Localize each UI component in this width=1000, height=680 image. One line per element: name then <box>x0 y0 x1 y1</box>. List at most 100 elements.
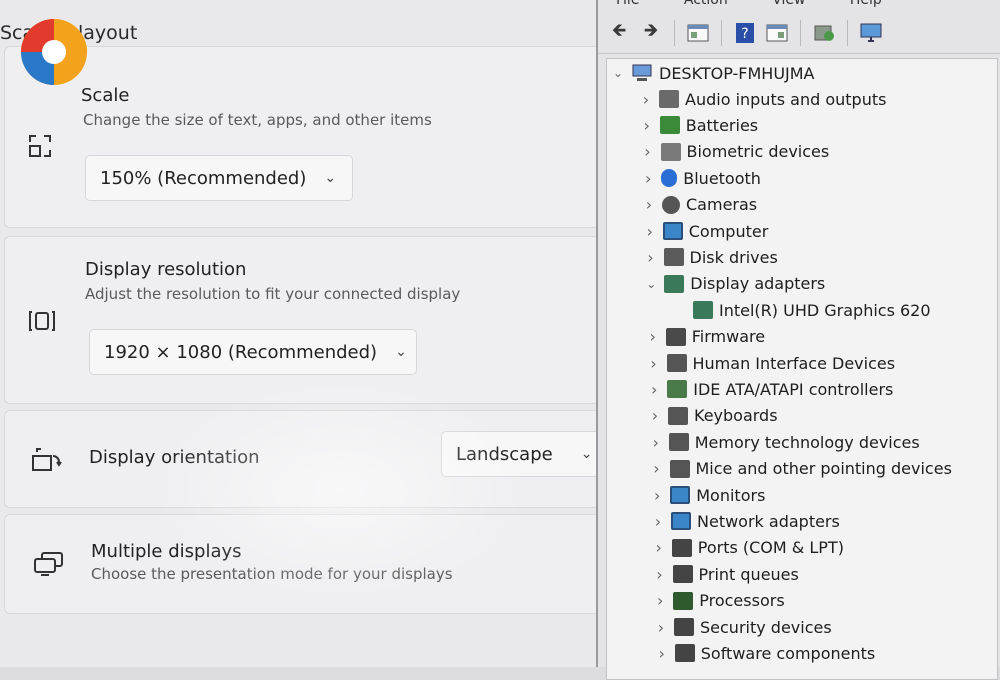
forward-arrow-icon[interactable]: 🡺 <box>638 20 664 46</box>
tree-root-computer[interactable]: ⌄ DESKTOP-FMHUJMA <box>609 61 815 85</box>
scale-dropdown[interactable]: 150% (Recommended) ⌄ <box>85 155 353 201</box>
tree-node[interactable]: › Human Interface Devices <box>645 351 896 375</box>
computer-name: DESKTOP-FMHUJMA <box>659 63 815 83</box>
chevron-right-icon[interactable]: › <box>648 486 666 505</box>
tree-node[interactable]: › Ports (COM & LPT) <box>650 536 844 560</box>
properties-icon[interactable] <box>685 20 711 46</box>
toolbar: 🡸 🡺 ? <box>598 12 1000 54</box>
monitor-icon <box>670 486 691 504</box>
tree-node[interactable]: › IDE ATA/ATAPI controllers <box>645 377 893 401</box>
firmware-icon <box>665 327 686 346</box>
chevron-right-icon[interactable]: › <box>637 90 655 109</box>
tree-node[interactable]: › Disk drives <box>642 245 778 269</box>
tree-node[interactable]: › Mice and other pointing devices <box>648 457 952 481</box>
mouse-icon <box>669 459 690 478</box>
chevron-right-icon[interactable]: › <box>651 565 669 584</box>
tree-node-label: IDE ATA/ATAPI controllers <box>693 379 894 399</box>
disk-icon <box>663 248 684 267</box>
tree-node[interactable]: › Bluetooth <box>639 166 761 190</box>
chevron-right-icon[interactable]: › <box>650 538 668 557</box>
multiple-displays-card[interactable]: Multiple displays Choose the presentatio… <box>4 514 612 614</box>
chevron-right-icon[interactable]: › <box>649 512 667 531</box>
chevron-right-icon[interactable]: › <box>645 380 663 399</box>
resolution-icon <box>29 311 55 331</box>
tree-node-label: Disk drives <box>689 247 778 267</box>
tree-node[interactable]: › Security devices <box>652 615 832 639</box>
speaker-icon <box>659 90 679 108</box>
camera-icon <box>662 195 680 214</box>
toolbar-separator <box>721 19 722 46</box>
view-pane-icon[interactable] <box>764 20 790 46</box>
menu-help[interactable]: Help <box>850 0 882 8</box>
chevron-right-icon[interactable]: › <box>652 618 670 637</box>
tree-node-label: Audio inputs and outputs <box>685 89 887 109</box>
menu-file[interactable]: File <box>616 0 639 8</box>
chevron-right-icon[interactable]: › <box>653 644 671 663</box>
svg-text:?: ? <box>741 26 748 42</box>
update-driver-icon[interactable] <box>811 20 837 46</box>
keyboard-icon <box>668 406 688 425</box>
tree-node[interactable]: › Computer <box>641 219 769 243</box>
tree-node-label: Intel(R) UHD Graphics 620 <box>719 300 931 320</box>
tree-node[interactable]: › Processors <box>651 589 785 613</box>
tree-node[interactable]: › Batteries <box>638 113 759 137</box>
tree-node-label: Memory technology devices <box>694 432 920 452</box>
chevron-down-icon: ⌄ <box>395 344 407 360</box>
resolution-title: Display resolution <box>85 259 247 280</box>
menu-action[interactable]: Action <box>684 0 728 8</box>
tree-node[interactable]: › Cameras <box>640 193 757 217</box>
scale-description: Change the size of text, apps, and other… <box>83 111 432 129</box>
resolution-dropdown[interactable]: 1920 × 1080 (Recommended) ⌄ <box>89 329 417 375</box>
tree-node[interactable]: › Firmware <box>644 325 766 349</box>
fingerprint-icon <box>660 142 681 161</box>
chevron-right-icon[interactable]: › <box>644 327 662 346</box>
tree-node-label: Bluetooth <box>683 168 761 188</box>
resolution-value: 1920 × 1080 (Recommended) <box>104 341 378 363</box>
chevron-right-icon[interactable]: › <box>639 169 657 188</box>
menu-view[interactable]: View <box>772 0 805 8</box>
tree-node-label: Mice and other pointing devices <box>695 459 952 479</box>
toolbar-separator <box>847 19 848 46</box>
tree-node-label: Security devices <box>700 617 832 637</box>
tree-node[interactable]: › Network adapters <box>649 509 840 533</box>
chevron-right-icon[interactable]: › <box>648 459 666 478</box>
chevron-right-icon[interactable]: › <box>646 406 664 425</box>
tree-node-label: Keyboards <box>694 406 778 426</box>
tree-node-label: Cameras <box>686 195 758 215</box>
resolution-card: Display resolution Adjust the resolution… <box>4 236 612 404</box>
toolbar-separator <box>674 19 675 46</box>
security-icon <box>674 618 694 636</box>
tree-node[interactable]: › Biometric devices <box>639 140 829 164</box>
chevron-right-icon[interactable]: › <box>651 591 669 610</box>
tree-node[interactable]: › Keyboards <box>646 404 778 428</box>
tree-node[interactable]: ⌄ Display adapters <box>642 272 825 296</box>
scan-hardware-icon[interactable] <box>858 20 884 46</box>
chevron-down-icon[interactable]: ⌄ <box>642 277 660 291</box>
computer-icon <box>662 222 683 240</box>
chevron-right-icon[interactable]: › <box>647 433 665 452</box>
tree-node[interactable]: Intel(R) UHD Graphics 620 <box>671 298 931 322</box>
display-adapter-icon <box>664 274 685 293</box>
tree-node-label: Batteries <box>685 115 759 135</box>
tree-node[interactable]: › Software components <box>653 641 876 665</box>
chevron-right-icon[interactable]: › <box>638 116 656 135</box>
help-icon[interactable]: ? <box>732 20 758 46</box>
chevron-down-icon: ⌄ <box>580 446 593 462</box>
tree-node[interactable]: › Monitors <box>648 483 765 507</box>
tree-node[interactable]: › Audio inputs and outputs <box>637 87 887 111</box>
chevron-right-icon[interactable]: › <box>642 248 660 267</box>
chevron-right-icon[interactable]: › <box>645 354 663 373</box>
tree-node[interactable]: › Memory technology devices <box>647 430 920 454</box>
scale-icon <box>29 135 51 157</box>
orientation-dropdown[interactable]: Landscape ⌄ <box>441 431 612 477</box>
chevron-right-icon[interactable]: › <box>639 142 657 161</box>
chevron-right-icon[interactable]: › <box>640 195 658 214</box>
tree-node-label: Human Interface Devices <box>692 353 896 373</box>
orientation-value: Landscape <box>456 443 553 465</box>
ide-icon <box>667 380 688 399</box>
chevron-right-icon[interactable]: › <box>641 222 659 241</box>
tree-node[interactable]: › Print queues <box>651 562 799 586</box>
back-arrow-icon[interactable]: 🡸 <box>606 20 632 46</box>
resolution-description: Adjust the resolution to fit your connec… <box>85 285 461 303</box>
chevron-down-icon[interactable]: ⌄ <box>609 66 627 80</box>
